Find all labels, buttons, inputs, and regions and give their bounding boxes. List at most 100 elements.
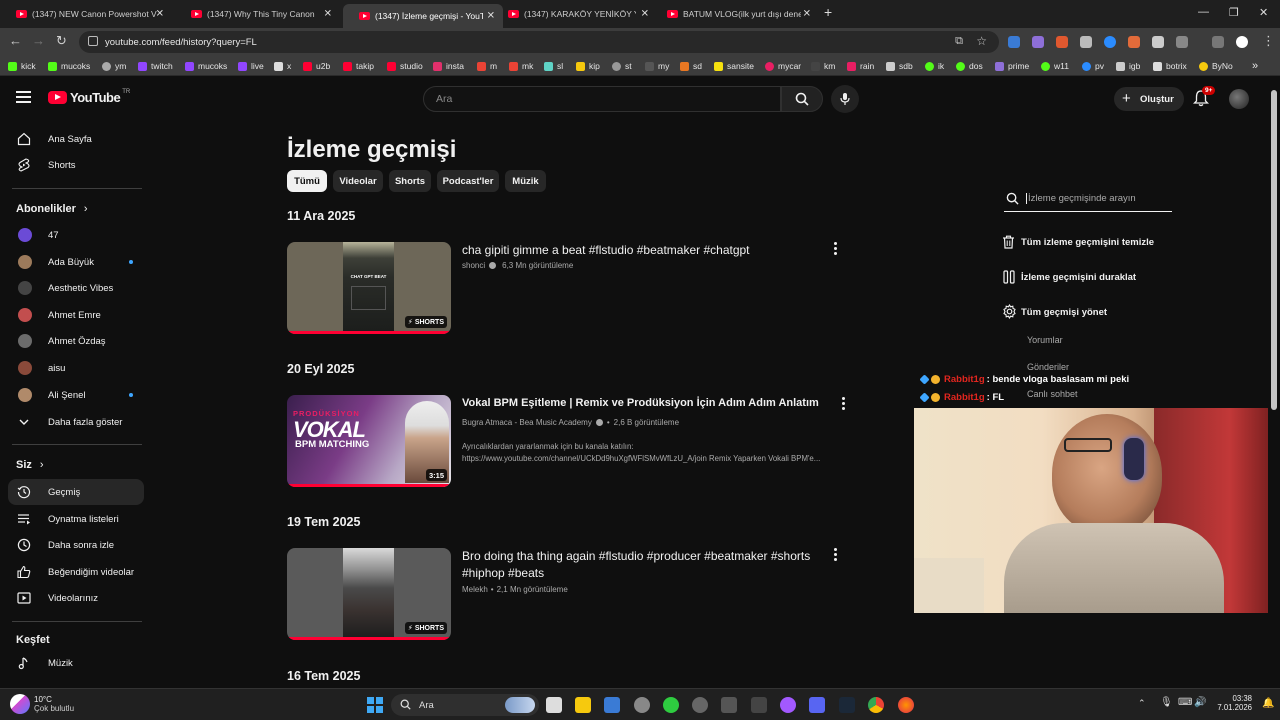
app-icon[interactable] <box>663 697 679 713</box>
weather-widget[interactable]: 10°C Çok bulutlu <box>34 695 74 713</box>
youtube-logo[interactable]: YouTube TR <box>48 89 130 105</box>
bookmark-item[interactable]: sdb <box>886 59 913 73</box>
bookmark-item[interactable]: mucoks <box>48 59 90 73</box>
bookmark-item[interactable]: sd <box>680 59 702 73</box>
browser-tab[interactable]: (1347) KARAKÖY YENİKÖY YEM ✕ <box>492 4 657 24</box>
network-icon[interactable]: ⌨ <box>1178 697 1192 708</box>
more-actions-icon[interactable] <box>828 547 842 561</box>
sidebar-item-watch-later[interactable]: Daha sonra izle <box>8 532 144 558</box>
video-title[interactable]: Vokal BPM Eşitleme | Remix ve Prodüksiyo… <box>462 395 832 412</box>
bookmark-item[interactable]: pv <box>1082 59 1104 73</box>
extension-icon[interactable] <box>1056 36 1068 48</box>
video-title[interactable]: Bro doing tha thing again #flstudio #pro… <box>462 548 822 582</box>
microphone-icon[interactable]: 🎙 <box>1160 697 1173 708</box>
file-explorer-icon[interactable] <box>575 697 591 713</box>
sidebar-item-music[interactable]: Müzik <box>8 650 144 676</box>
taskbar-search-input[interactable]: Ara <box>391 694 539 716</box>
extension-icon[interactable] <box>1104 36 1116 48</box>
video-thumbnail[interactable]: ⚡ SHORTS <box>287 548 451 640</box>
settings-icon[interactable] <box>634 697 650 713</box>
sidebar-item-subscription[interactable]: Ali Şenel <box>8 382 144 408</box>
close-window-icon[interactable]: ✕ <box>1259 6 1268 19</box>
history-search-input[interactable]: İzleme geçmişinde arayın <box>1004 186 1172 212</box>
clear-history-button[interactable]: Tüm izleme geçmişini temizle <box>1002 233 1154 251</box>
close-tab-icon[interactable]: ✕ <box>324 9 332 20</box>
bookmark-item[interactable]: kick <box>8 59 36 73</box>
app-icon[interactable] <box>780 697 796 713</box>
bookmark-item[interactable]: mycar <box>765 59 801 73</box>
app-icon[interactable] <box>721 697 737 713</box>
chevron-up-icon[interactable]: ⌃ <box>1138 698 1146 709</box>
bookmark-item[interactable]: km <box>811 59 835 73</box>
sidebar-item-subscription[interactable]: Ahmet Emre <box>8 302 144 328</box>
bookmark-item[interactable]: ik <box>925 59 944 73</box>
firefox-icon[interactable] <box>898 697 914 713</box>
discord-icon[interactable] <box>809 697 825 713</box>
extensions-puzzle-icon[interactable] <box>1176 36 1188 48</box>
history-link-live-chat[interactable]: Canlı sohbet <box>1027 389 1078 399</box>
profile-avatar-icon[interactable] <box>1236 36 1248 48</box>
reload-icon[interactable]: ↻ <box>56 33 67 49</box>
bookmark-item[interactable]: rain <box>847 59 874 73</box>
filter-chip-all[interactable]: Tümü <box>287 170 327 192</box>
extension-icon[interactable] <box>1152 36 1164 48</box>
page-scrollbar[interactable] <box>1268 76 1280 688</box>
subscriptions-heading[interactable]: Abonelikler › <box>16 203 88 215</box>
bookmark-item[interactable]: m <box>477 59 497 73</box>
search-button[interactable] <box>781 86 823 112</box>
sidebar-item-history[interactable]: Geçmiş <box>8 479 144 505</box>
browser-tab-active[interactable]: (1347) İzleme geçmişi - YouTube ✕ <box>343 4 503 28</box>
bookmark-item[interactable]: twitch <box>138 59 173 73</box>
notification-center-icon[interactable]: 🔔 <box>1262 698 1274 709</box>
extension-icon[interactable] <box>1008 36 1020 48</box>
maximize-window-icon[interactable]: ❐ <box>1229 6 1239 19</box>
chrome-icon[interactable] <box>868 697 884 713</box>
filter-chip-music[interactable]: Müzik <box>505 170 546 192</box>
sidebar-item-subscription[interactable]: 47 <box>8 222 144 248</box>
store-icon[interactable] <box>604 697 620 713</box>
bookmark-item[interactable]: ByNo <box>1199 59 1233 73</box>
show-more-button[interactable]: Daha fazla göster <box>8 409 144 435</box>
filter-chip-podcasts[interactable]: Podcast'ler <box>437 170 499 192</box>
sidebar-item-subscription[interactable]: Ahmet Özdaş <box>8 328 144 354</box>
browser-tab[interactable]: (1347) NEW Canon Powershot V ✕ <box>0 4 172 24</box>
back-icon[interactable]: ← <box>9 33 22 48</box>
you-heading[interactable]: Siz › <box>16 459 44 471</box>
sidebar-item-liked-videos[interactable]: Beğendiğim videolar <box>8 559 144 585</box>
sidebar-item-subscription[interactable]: aisu <box>8 355 144 381</box>
steam-icon[interactable] <box>839 697 855 713</box>
close-tab-icon[interactable]: ✕ <box>641 9 649 20</box>
new-tab-icon[interactable]: + <box>824 4 832 20</box>
sidebar-item-shorts[interactable]: Shorts <box>8 152 144 178</box>
app-icon[interactable] <box>751 697 767 713</box>
extension-icon[interactable] <box>1080 36 1092 48</box>
clock[interactable]: 03:38 7.01.2026 <box>1216 694 1252 712</box>
bookmark-item[interactable]: u2b <box>303 59 330 73</box>
search-input[interactable]: Ara <box>423 86 781 112</box>
more-bookmarks-icon[interactable]: » <box>1252 59 1258 73</box>
sidebar-item-playlists[interactable]: Oynatma listeleri <box>8 506 144 532</box>
more-actions-icon[interactable] <box>828 241 842 255</box>
bookmark-item[interactable]: mk <box>509 59 533 73</box>
history-link-posts[interactable]: Gönderiler <box>1027 362 1069 372</box>
bookmark-item[interactable]: dos <box>956 59 983 73</box>
hamburger-menu-icon[interactable] <box>16 91 31 103</box>
extension-icon[interactable] <box>1032 36 1044 48</box>
bookmark-item[interactable]: st <box>612 59 632 73</box>
notifications-button[interactable]: 9+ <box>1192 86 1216 112</box>
bookmark-item[interactable]: studio <box>387 59 423 73</box>
windows-start-icon[interactable] <box>367 697 383 713</box>
forward-icon[interactable]: → <box>32 33 45 48</box>
scrollbar-thumb[interactable] <box>1271 90 1277 410</box>
bookmark-item[interactable]: mucoks <box>185 59 227 73</box>
address-bar[interactable]: youtube.com/feed/history?query=FL ⧉ ☆ <box>79 31 999 53</box>
sidebar-item-home[interactable]: Ana Sayfa <box>8 126 144 152</box>
filter-chip-shorts[interactable]: Shorts <box>389 170 431 192</box>
browser-menu-icon[interactable]: ⋮ <box>1262 33 1275 49</box>
site-info-icon[interactable] <box>88 36 98 46</box>
filter-chip-videos[interactable]: Videolar <box>333 170 383 192</box>
bookmark-item[interactable]: w11 <box>1041 59 1069 73</box>
history-link-comments[interactable]: Yorumlar <box>1027 335 1063 345</box>
manage-history-button[interactable]: Tüm geçmişi yönet <box>1002 303 1107 321</box>
sidebar-item-subscription[interactable]: Aesthetic Vibes <box>8 275 144 301</box>
